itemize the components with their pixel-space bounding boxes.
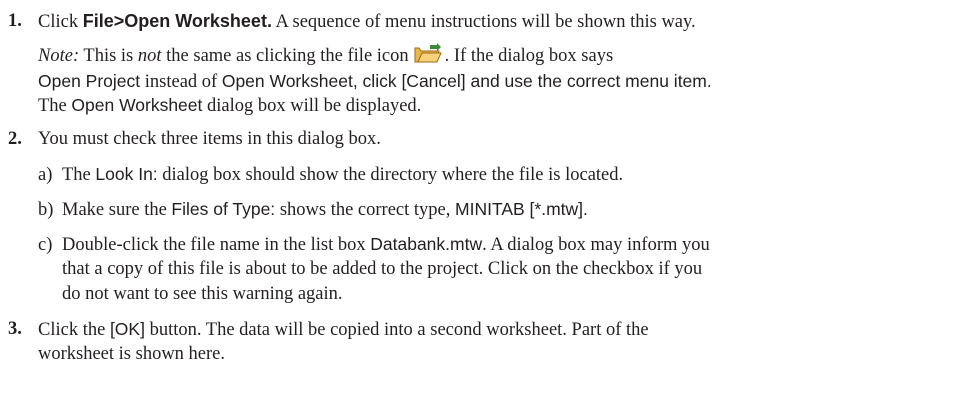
step-2b-line: b) Make sure the Files of Type: shows the… xyxy=(38,199,588,220)
step-1-note-line-2: Open Project instead of Open Worksheet, … xyxy=(38,71,712,92)
look-in-label: Look In: xyxy=(95,164,158,184)
step-3-line-1: Click the [OK] button. The data will be … xyxy=(38,319,649,340)
open-worksheet-label-2: Open Worksheet xyxy=(71,95,203,115)
minitab-type-label: MINITAB [*.mtw]. xyxy=(455,199,588,219)
step-1-note-line-3: The Open Worksheet dialog box will be di… xyxy=(38,95,422,116)
step-2c-line-2: that a copy of this file is about to be … xyxy=(62,259,703,279)
step-2a-line: a) The Look In: dialog box should show th… xyxy=(38,164,624,185)
open-folder-icon xyxy=(413,43,443,65)
step-2c-line-1: c) Double-click the file name in the list… xyxy=(38,234,710,255)
menu-path-file-open-worksheet: File>Open Worksheet. xyxy=(82,11,272,31)
step-1-line: Click File>Open Worksheet. A sequence of… xyxy=(38,11,696,32)
files-of-type-label: Files of Type: xyxy=(171,199,276,219)
ok-button-label: [OK] xyxy=(109,319,145,339)
step-1-note-line-1: Note: This is not the same as clicking t… xyxy=(38,43,613,69)
step-3-number: 3. xyxy=(8,319,22,339)
instruction-page: 1. Click File>Open Worksheet. A sequence… xyxy=(0,0,971,417)
open-worksheet-label: Open Worksheet xyxy=(221,71,353,91)
databank-file-label: Databank.mtw xyxy=(370,234,483,254)
note-label: Note: xyxy=(38,46,80,66)
step-2-line: You must check three items in this dialo… xyxy=(38,129,381,149)
step-2-number: 2. xyxy=(8,129,22,149)
step-2c-line-3: do not want to see this warning again. xyxy=(62,284,343,304)
step-3-line-2: worksheet is shown here. xyxy=(38,344,226,364)
step-1-number: 1. xyxy=(8,11,22,31)
open-project-label: Open Project xyxy=(38,71,141,91)
